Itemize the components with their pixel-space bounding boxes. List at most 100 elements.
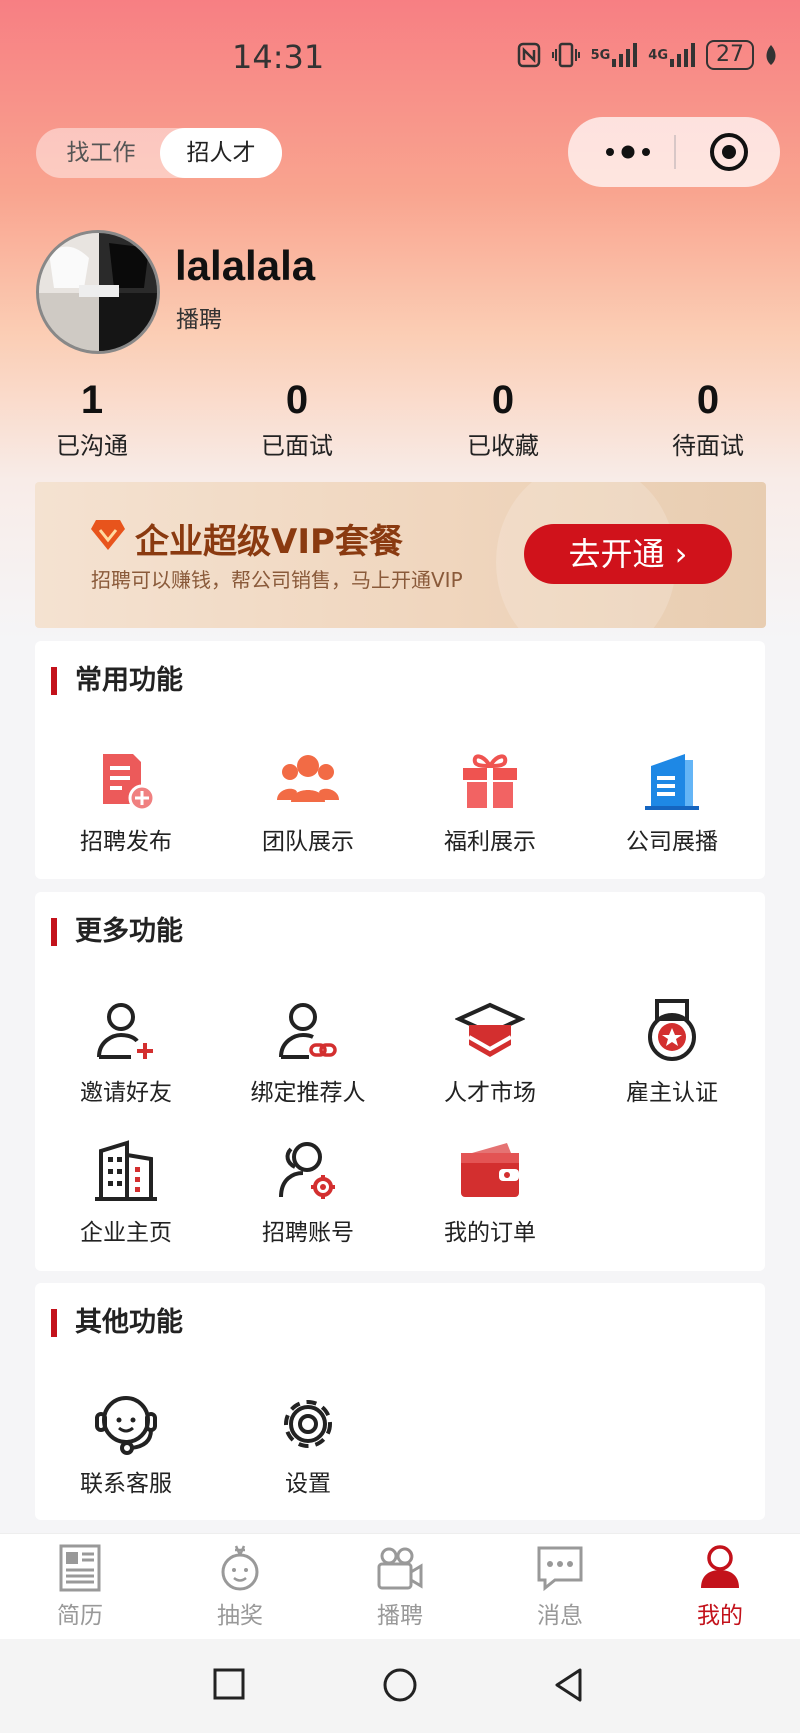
signal-4g-icon: 4G [648,43,696,67]
function-my-orders[interactable]: 我的订单 [399,1137,581,1247]
function-invite-friends[interactable]: 邀请好友 [35,997,217,1107]
stat-pending-interview[interactable]: 0 待面试 [633,378,783,461]
section-title: 更多功能 [51,918,183,946]
stat-value: 0 [491,378,515,422]
user-subtitle: 播聘 [176,307,222,333]
tab-label: 播聘 [377,1603,423,1629]
stat-value: 0 [285,378,309,422]
function-label: 企业主页 [80,1220,172,1246]
tab-mine[interactable]: 我的 [640,1542,800,1630]
video-camera-icon [377,1547,423,1590]
capsule-divider [674,135,676,169]
system-nav-bar [0,1639,800,1733]
function-label: 绑定推荐人 [250,1080,366,1106]
vip-description: 招聘可以赚钱，帮公司销售，马上开通VIP [91,568,463,592]
profile-icon [701,1545,739,1588]
more-functions-card: 更多功能 邀请好友 绑定推荐人 人才市场 雇主认证 企业主页 招聘账号 我的订单 [35,892,765,1271]
system-icons: 5G 4G 27 [517,40,778,70]
home-icon[interactable] [382,1667,418,1703]
stat-label: 已面试 [261,432,333,460]
section-title: 其他功能 [51,1309,183,1337]
function-label: 福利展示 [444,829,536,855]
headset-icon [95,1396,157,1455]
stat-communicated[interactable]: 1 已沟通 [17,378,167,461]
nfc-icon [517,42,541,68]
medal-icon [648,999,696,1061]
close-target-icon[interactable] [708,131,750,173]
recent-apps-icon[interactable] [212,1667,246,1701]
team-icon [277,755,339,802]
link-user-icon [279,1003,337,1059]
status-bar: 14:31 5G 4G 27 [0,0,800,120]
vip-banner[interactable]: 企业超级VIP套餐 招聘可以赚钱，帮公司销售，马上开通VIP 去开通 › [35,482,766,628]
wallet-icon [461,1143,519,1197]
more-dots-icon[interactable] [598,137,658,167]
function-label: 团队展示 [262,829,354,855]
username: lalalala [175,242,316,289]
stat-label: 已沟通 [56,432,128,460]
stats-row: 1 已沟通 0 已面试 0 已收藏 0 待面试 [0,378,800,461]
vip-open-button[interactable]: 去开通 › [524,524,732,584]
graduation-cap-icon [455,1002,525,1057]
tab-video-recruit[interactable]: 播聘 [320,1542,480,1630]
stat-value: 1 [80,378,104,422]
function-employer-certification[interactable]: 雇主认证 [581,997,763,1107]
function-label: 招聘账号 [262,1220,354,1246]
vibrate-icon [551,42,581,68]
common-functions-card: 常用功能 招聘发布 团队展示 福利展示 公司展播 [35,641,765,879]
avatar[interactable] [36,230,160,354]
function-settings[interactable]: 设置 [217,1388,399,1498]
section-title: 常用功能 [51,667,183,695]
bottom-tab-bar: 简历 抽奖 播聘 消息 我的 [0,1533,800,1640]
function-company-showcase[interactable]: 公司展播 [581,746,763,856]
function-company-homepage[interactable]: 企业主页 [35,1137,217,1247]
function-label: 公司展播 [626,829,718,855]
tab-label: 我的 [697,1603,743,1629]
function-label: 人才市场 [444,1080,536,1106]
function-team-display[interactable]: 团队展示 [217,746,399,856]
tab-label: 简历 [57,1603,103,1629]
diamond-icon [91,520,125,550]
network-4g-label: 4G [648,47,668,63]
stat-label: 待面试 [672,432,744,460]
add-user-icon [97,1003,153,1059]
tab-messages[interactable]: 消息 [480,1542,640,1630]
network-5g-label: 5G [590,47,611,63]
tab-recruit[interactable]: 招人才 [160,128,282,178]
battery-level: 27 [706,40,754,70]
function-label: 联系客服 [80,1471,172,1497]
building-icon [645,754,699,810]
function-label: 招聘发布 [80,829,172,855]
resume-icon [59,1544,101,1592]
stat-label: 已收藏 [467,432,539,460]
signal-5g-icon: 5G [591,43,639,67]
function-contact-support[interactable]: 联系客服 [35,1388,217,1498]
other-functions-card: 其他功能 联系客服 设置 [35,1283,765,1520]
tab-resume[interactable]: 简历 [0,1542,160,1630]
tab-label: 消息 [537,1603,583,1629]
function-post-job[interactable]: 招聘发布 [35,746,217,856]
function-benefits-display[interactable]: 福利展示 [399,746,581,856]
back-icon[interactable] [552,1667,586,1703]
lottery-icon [221,1545,259,1591]
tab-label: 抽奖 [217,1603,263,1629]
function-bind-referrer[interactable]: 绑定推荐人 [217,997,399,1107]
gift-icon [463,754,517,808]
message-icon [537,1546,583,1592]
status-time: 14:31 [232,38,325,76]
miniprogram-capsule [568,117,780,187]
function-talent-market[interactable]: 人才市场 [399,997,581,1107]
leaf-icon [764,43,778,67]
function-recruitment-account[interactable]: 招聘账号 [217,1137,399,1247]
stat-favorited[interactable]: 0 已收藏 [428,378,578,461]
function-label: 邀请好友 [80,1080,172,1106]
stat-value: 0 [696,378,720,422]
tab-lottery[interactable]: 抽奖 [160,1542,320,1630]
tab-find-job[interactable]: 找工作 [46,128,156,178]
stat-interviewed[interactable]: 0 已面试 [222,378,372,461]
function-label: 设置 [285,1471,331,1497]
function-label: 雇主认证 [626,1080,718,1106]
office-building-icon [95,1140,157,1201]
user-settings-icon [279,1142,335,1199]
function-label: 我的订单 [444,1220,536,1246]
